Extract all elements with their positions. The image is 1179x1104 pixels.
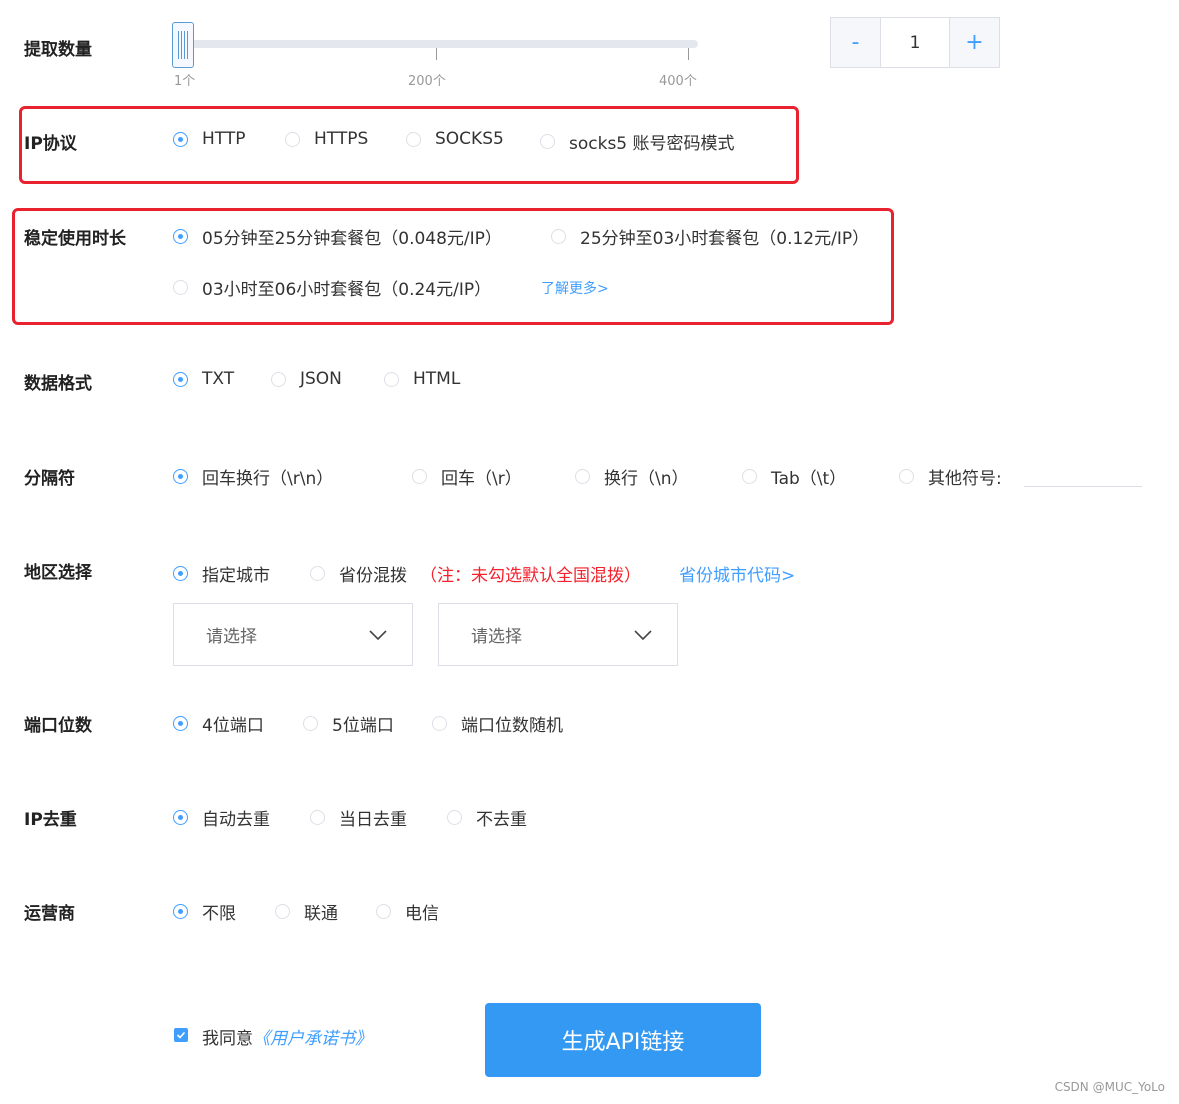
radio-duration-3h-6h[interactable]: 03小时至06小时套餐包（0.24元/IP）	[173, 275, 491, 300]
generate-api-link-button[interactable]: 生成API链接	[485, 1003, 761, 1077]
learn-more-link[interactable]: 了解更多>	[541, 278, 609, 298]
radio-carrier-any[interactable]: 不限	[173, 899, 236, 924]
province-select[interactable]: 请选择	[173, 603, 413, 666]
radio-protocol-https[interactable]: HTTPS	[285, 129, 368, 149]
radio-label: Tab（\t）	[771, 469, 847, 489]
radio-protocol-http[interactable]: HTTP	[173, 129, 246, 149]
radio-separator-other[interactable]: 其他符号:	[899, 464, 1002, 489]
agree-label: 我同意	[202, 1029, 253, 1049]
protocol-label: IP协议	[24, 134, 77, 154]
radio-label: 自动去重	[202, 810, 270, 830]
format-label: 数据格式	[24, 374, 92, 394]
slider-tick	[436, 48, 437, 60]
radio-carrier-telecom[interactable]: 电信	[376, 899, 439, 924]
slider-tick-label: 1个	[174, 74, 196, 89]
radio-label: HTML	[413, 369, 461, 389]
radio-label: HTTPS	[314, 129, 369, 149]
radio-label: 回车（\r）	[441, 469, 522, 489]
increment-button[interactable]: +	[950, 18, 999, 67]
select-placeholder: 请选择	[206, 627, 257, 647]
quantity-stepper[interactable]: - 1 +	[830, 17, 1000, 68]
quantity-slider-handle[interactable]	[172, 22, 194, 68]
radio-format-json[interactable]: JSON	[271, 369, 342, 389]
slider-tick	[688, 48, 689, 60]
quantity-label: 提取数量	[24, 40, 92, 60]
slider-tick-label: 400个	[659, 74, 697, 89]
radio-label: 联通	[304, 904, 338, 924]
radio-separator-cr[interactable]: 回车（\r）	[412, 464, 522, 489]
radio-label: 其他符号:	[928, 469, 1002, 489]
slider-tick-label: 200个	[408, 74, 446, 89]
agree-checkbox[interactable]	[174, 1028, 188, 1042]
region-codes-link[interactable]: 省份城市代码>	[679, 561, 795, 586]
radio-label: 当日去重	[339, 810, 407, 830]
radio-separator-crlf[interactable]: 回车换行（\r\n）	[173, 464, 333, 489]
radio-label: 指定城市	[202, 566, 270, 586]
radio-label: 05分钟至25分钟套餐包（0.048元/IP）	[202, 229, 502, 249]
chevron-down-icon	[369, 629, 387, 640]
radio-label: SOCKS5	[435, 129, 504, 149]
region-note: （注：未勾选默认全国混拨）	[420, 566, 641, 586]
radio-port-4[interactable]: 4位端口	[173, 711, 264, 736]
radio-duration-25min-3h[interactable]: 25分钟至03小时套餐包（0.12元/IP）	[551, 224, 869, 249]
radio-separator-lf[interactable]: 换行（\n）	[575, 464, 689, 489]
radio-label: 03小时至06小时套餐包（0.24元/IP）	[202, 280, 492, 300]
dedup-label: IP去重	[24, 810, 77, 830]
watermark: CSDN @MUC_YoLo	[1054, 1080, 1165, 1094]
radio-dedup-none[interactable]: 不去重	[447, 805, 527, 830]
radio-protocol-socks5-auth[interactable]: socks5 账号密码模式	[540, 129, 735, 154]
radio-port-5[interactable]: 5位端口	[303, 711, 394, 736]
duration-label: 稳定使用时长	[24, 229, 126, 249]
port-label: 端口位数	[24, 716, 92, 736]
radio-duration-5-25min[interactable]: 05分钟至25分钟套餐包（0.048元/IP）	[173, 224, 502, 249]
radio-label: 5位端口	[332, 716, 394, 736]
radio-label: 电信	[405, 904, 439, 924]
radio-label: HTTP	[202, 129, 246, 149]
select-placeholder: 请选择	[471, 627, 522, 647]
agreement-text: 我同意《用户承诺书》	[202, 1024, 372, 1049]
user-pledge-link[interactable]: 《用户承诺书》	[253, 1029, 372, 1049]
chevron-down-icon	[634, 629, 652, 640]
carrier-label: 运营商	[24, 904, 75, 924]
region-label: 地区选择	[24, 563, 92, 583]
city-select[interactable]: 请选择	[438, 603, 678, 666]
radio-format-html[interactable]: HTML	[384, 369, 460, 389]
radio-label: JSON	[300, 369, 342, 389]
radio-region-province-mix[interactable]: 省份混拨	[310, 561, 407, 586]
radio-carrier-unicom[interactable]: 联通	[275, 899, 338, 924]
radio-port-random[interactable]: 端口位数随机	[432, 711, 563, 736]
radio-separator-tab[interactable]: Tab（\t）	[742, 464, 846, 489]
other-separator-input[interactable]	[1024, 486, 1142, 487]
radio-label: 省份混拨	[339, 566, 407, 586]
radio-label: 不限	[202, 904, 236, 924]
radio-dedup-daily[interactable]: 当日去重	[310, 805, 407, 830]
radio-label: TXT	[202, 369, 235, 389]
radio-format-txt[interactable]: TXT	[173, 369, 234, 389]
radio-label: 换行（\n）	[604, 469, 689, 489]
radio-label: 回车换行（\r\n）	[202, 469, 334, 489]
radio-label: socks5 账号密码模式	[569, 134, 735, 154]
radio-dedup-auto[interactable]: 自动去重	[173, 805, 270, 830]
radio-label: 25分钟至03小时套餐包（0.12元/IP）	[580, 229, 870, 249]
radio-label: 4位端口	[202, 716, 264, 736]
check-icon	[176, 1031, 186, 1039]
radio-label: 不去重	[476, 810, 527, 830]
radio-label: 端口位数随机	[461, 716, 563, 736]
decrement-button[interactable]: -	[831, 18, 880, 67]
radio-protocol-socks5[interactable]: SOCKS5	[406, 129, 504, 149]
separator-label: 分隔符	[24, 469, 75, 489]
radio-region-city[interactable]: 指定城市	[173, 561, 270, 586]
quantity-value[interactable]: 1	[880, 18, 950, 67]
quantity-slider-track[interactable]	[180, 40, 698, 48]
